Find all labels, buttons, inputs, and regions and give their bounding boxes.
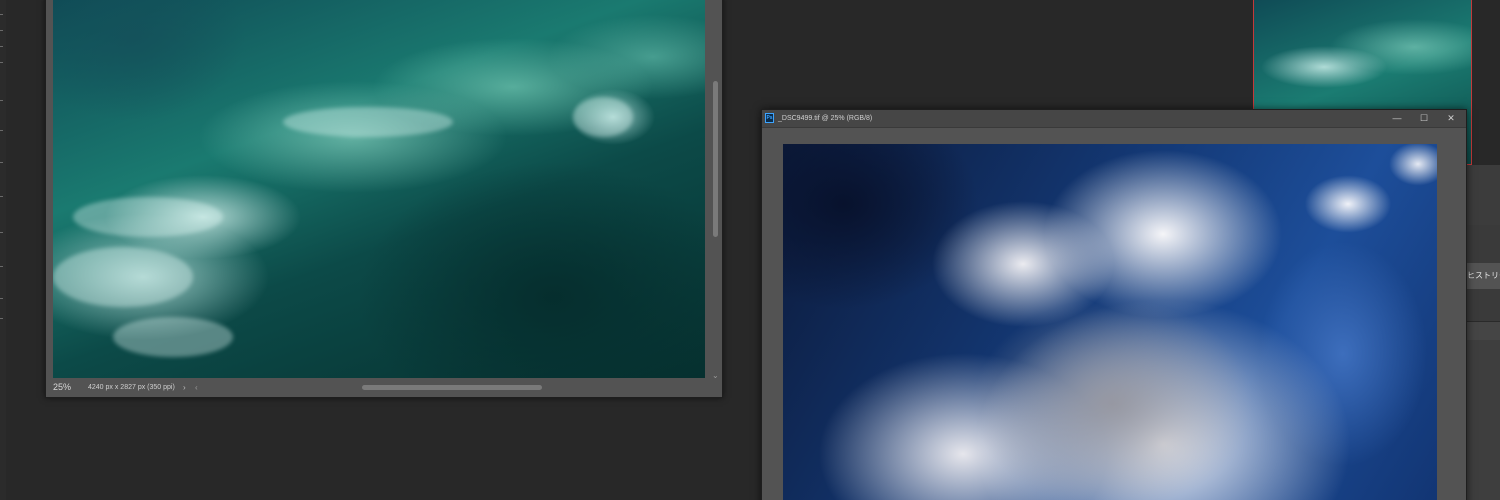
toolbar-tick	[0, 100, 3, 101]
maximize-icon[interactable]: ☐	[1417, 110, 1431, 127]
close-icon[interactable]: ✕	[1444, 110, 1458, 127]
right-panel-dock: ヒストリー	[1466, 165, 1500, 500]
scroll-left-arrow-icon[interactable]: ‹	[195, 380, 198, 395]
scroll-down-arrow-icon[interactable]: ⌄	[712, 371, 719, 380]
tools-panel-edge[interactable]	[0, 0, 6, 500]
horizontal-scrollbar[interactable]	[204, 385, 704, 390]
toolbar-tick	[0, 162, 3, 163]
minimize-icon[interactable]: —	[1390, 110, 1404, 127]
toolbar-tick	[0, 30, 3, 31]
toolbar-tick	[0, 232, 3, 233]
document-title-bar[interactable]: Ps _DSC9499.tif @ 25% (RGB/8) — ☐ ✕	[762, 110, 1466, 128]
document-title: _DSC9499.tif @ 25% (RGB/8)	[778, 115, 873, 122]
panel-block	[1466, 165, 1500, 225]
toolbar-tick	[0, 62, 3, 63]
toolbar-tick	[0, 196, 3, 197]
horizontal-scroll-thumb[interactable]	[362, 385, 542, 390]
document-window-sea[interactable]: ⌄ 25% 4240 px x 2827 px (350 ppi) › ‹	[45, 0, 723, 398]
toolbar-tick	[0, 46, 3, 47]
toolbar-tick	[0, 266, 3, 267]
photoshop-workspace: ⌄ 25% 4240 px x 2827 px (350 ppi) › ‹ ヒス…	[0, 0, 1500, 500]
status-info-arrow-icon[interactable]: ›	[183, 380, 186, 395]
document-size-info: 4240 px x 2827 px (350 ppi)	[88, 384, 175, 391]
photoshop-file-icon: Ps	[765, 113, 774, 123]
document-canvas[interactable]	[53, 0, 705, 378]
vertical-scrollbar[interactable]: ⌄	[711, 0, 720, 380]
zoom-level[interactable]: 25%	[53, 380, 71, 395]
toolbar-tick	[0, 14, 3, 15]
toolbar-tick	[0, 298, 3, 299]
document-canvas[interactable]	[783, 144, 1437, 500]
vertical-scroll-thumb[interactable]	[713, 81, 718, 237]
panel-row[interactable]	[1466, 321, 1500, 340]
document-window-clouds[interactable]: Ps _DSC9499.tif @ 25% (RGB/8) — ☐ ✕	[761, 109, 1467, 500]
document-status-bar: 25% 4240 px x 2827 px (350 ppi) › ‹	[46, 380, 722, 395]
foam-texture	[73, 197, 223, 237]
panel-body	[1466, 340, 1500, 500]
foam-texture	[113, 317, 233, 357]
toolbar-tick	[0, 130, 3, 131]
foam-texture	[53, 247, 193, 307]
toolbar-tick	[0, 318, 3, 319]
foam-texture	[573, 97, 633, 137]
foam-texture	[283, 107, 453, 137]
tab-history[interactable]: ヒストリー	[1466, 263, 1500, 289]
